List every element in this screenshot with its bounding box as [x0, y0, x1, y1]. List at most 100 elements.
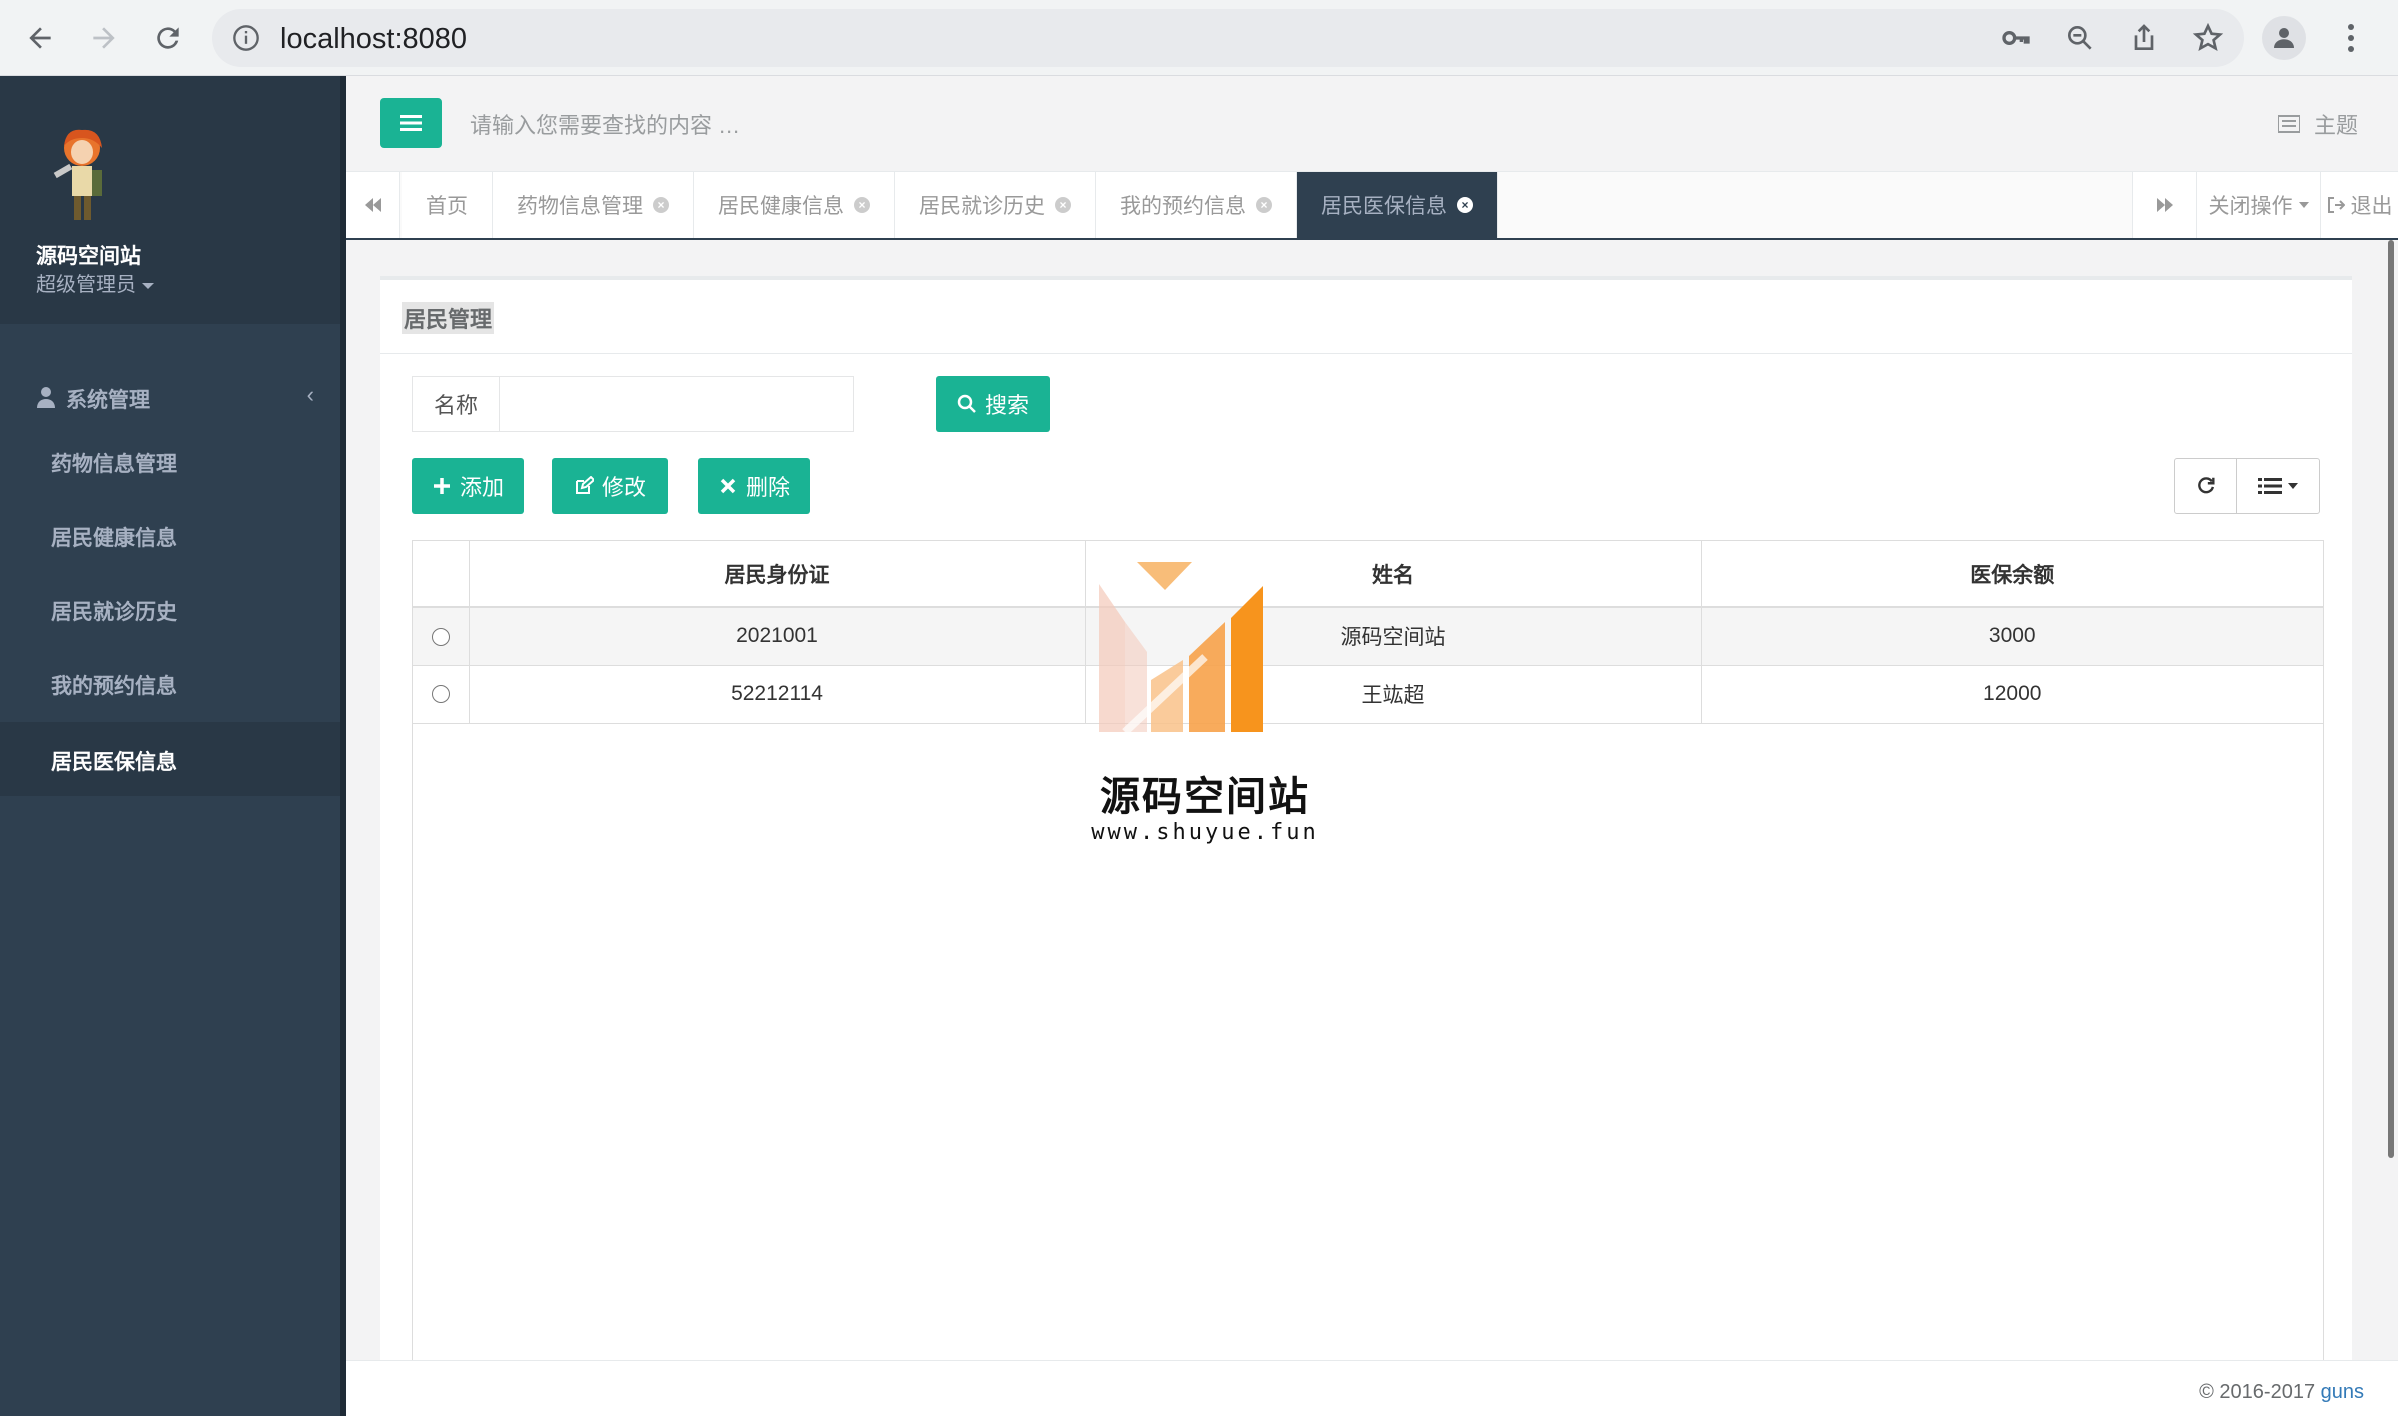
plus-icon	[433, 478, 450, 494]
tab-insurance[interactable]: 居民医保信息 ×	[1297, 172, 1498, 238]
footer-text: © 2016-2017 guns	[2199, 1381, 2364, 1404]
panel-title: 居民管理	[402, 302, 495, 334]
tab-visit-history[interactable]: 居民就诊历史 ×	[895, 172, 1096, 238]
footer-link[interactable]: guns	[2321, 1381, 2364, 1403]
close-icon[interactable]: ×	[1256, 197, 1272, 213]
forward-button[interactable]	[78, 12, 130, 64]
menu-toggle-button[interactable]	[380, 98, 442, 148]
sidebar-item-medicine[interactable]: 药物信息管理	[0, 424, 340, 498]
tab-label: 首页	[426, 195, 468, 218]
search-button[interactable]: 搜索	[936, 376, 1050, 432]
sign-out-icon	[2327, 197, 2345, 213]
address-bar[interactable]: localhost:8080	[212, 9, 2244, 67]
sidebar-item-label: 居民就诊历史	[51, 601, 177, 624]
row-radio[interactable]	[431, 627, 450, 646]
page-scrollbar[interactable]	[2386, 240, 2398, 1360]
close-icon[interactable]: ×	[1055, 197, 1071, 213]
menu-group-label: 系统管理	[66, 389, 150, 412]
tab-health[interactable]: 居民健康信息 ×	[694, 172, 895, 238]
table-empty-area	[412, 718, 2324, 1364]
table-header-select	[413, 541, 470, 608]
hamburger-icon	[400, 115, 422, 131]
add-button[interactable]: 添加	[412, 458, 524, 514]
browser-toolbar: localhost:8080	[0, 0, 2398, 76]
reload-button[interactable]	[142, 12, 194, 64]
list-icon	[2258, 478, 2282, 494]
logout-button[interactable]: 退出	[2320, 172, 2398, 238]
resident-panel: 居民管理 名称 搜索 添加 修改 删除 居民身份证 姓名 医保余额 202100…	[380, 276, 2352, 1364]
tabs-scroll-left-button[interactable]	[346, 172, 400, 238]
edit-button-label: 修改	[601, 475, 646, 500]
menu-group-system[interactable]: 系统管理 ‹	[0, 366, 340, 428]
double-right-icon	[2156, 198, 2173, 212]
close-ops-label: 关闭操作	[2208, 195, 2293, 218]
sidebar-item-insurance[interactable]: 居民医保信息	[0, 722, 340, 796]
footer: © 2016-2017 guns	[346, 1360, 2398, 1416]
tab-label: 居民健康信息	[718, 195, 844, 218]
star-icon[interactable]	[2192, 22, 2224, 54]
close-icon[interactable]: ×	[1457, 197, 1473, 213]
sidebar-item-appointments[interactable]: 我的预约信息	[0, 646, 340, 720]
search-icon	[957, 394, 976, 413]
key-icon[interactable]	[2000, 22, 2032, 54]
back-button[interactable]	[14, 12, 66, 64]
edit-button[interactable]: 修改	[552, 458, 668, 514]
refresh-icon	[2197, 477, 2215, 494]
close-operations-dropdown[interactable]: 关闭操作	[2196, 172, 2320, 238]
tab-label: 药物信息管理	[517, 195, 643, 218]
resident-table: 居民身份证 姓名 医保余额 2021001 源码空间站 3000 5221211	[412, 540, 2324, 724]
cell-balance: 12000	[1701, 665, 2323, 724]
sidebar-item-visit-history[interactable]: 居民就诊历史	[0, 572, 340, 646]
sidebar: 源码空间站 超级管理员 系统管理 ‹ 药物信息管理 居民健康信息 居民就诊历史 …	[0, 76, 346, 1416]
search-button-label: 搜索	[984, 393, 1029, 418]
caret-down-icon	[2298, 202, 2309, 208]
table-row[interactable]: 52212114 王竑超 12000	[413, 665, 2323, 724]
name-search-label: 名称	[412, 376, 500, 432]
row-radio[interactable]	[431, 685, 450, 704]
tabs: 首页 药物信息管理 × 居民健康信息 × 居民就诊历史 × 我的预约信息 × 居民医保信…	[402, 172, 1498, 238]
global-search-input[interactable]: 请输入您需要查找的内容 …	[470, 108, 740, 140]
tabs-scroll-right-button[interactable]	[2132, 172, 2196, 238]
columns-toggle-button[interactable]	[2237, 459, 2319, 513]
cell-balance: 3000	[1701, 607, 2323, 666]
watermark-url: www.shuyue.fun	[1091, 820, 1319, 845]
table-header-balance[interactable]: 医保余额	[1701, 541, 2323, 608]
browser-menu-button[interactable]	[2336, 16, 2366, 60]
watermark-title: 源码空间站	[1100, 774, 1310, 820]
tab-actions: 关闭操作 退出	[2132, 172, 2398, 238]
close-icon[interactable]: ×	[653, 197, 669, 213]
caret-down-icon	[2288, 483, 2298, 489]
close-icon[interactable]: ×	[854, 197, 870, 213]
sidebar-item-health[interactable]: 居民健康信息	[0, 498, 340, 572]
table-header-id[interactable]: 居民身份证	[469, 541, 1086, 608]
table-row[interactable]: 2021001 源码空间站 3000	[413, 607, 2323, 666]
cell-id: 52212114	[469, 665, 1086, 724]
theme-button[interactable]: 主题	[2277, 108, 2358, 140]
copyright-text: © 2016-2017	[2199, 1381, 2316, 1403]
refresh-button[interactable]	[2175, 459, 2237, 513]
scrollbar-thumb[interactable]	[2388, 240, 2394, 1158]
watermark-logo	[1099, 562, 1263, 735]
tab-appointments[interactable]: 我的预约信息 ×	[1096, 172, 1297, 238]
name-search-group: 名称	[412, 376, 854, 432]
profile-avatar[interactable]	[2262, 16, 2306, 60]
name-search-input[interactable]	[500, 376, 854, 432]
theme-label: 主题	[2313, 113, 2358, 138]
profile-role-dropdown[interactable]: 超级管理员	[36, 268, 154, 297]
add-button-label: 添加	[459, 475, 504, 500]
row-select-cell[interactable]	[413, 665, 470, 724]
tab-strip: 首页 药物信息管理 × 居民健康信息 × 居民就诊历史 × 我的预约信息 × 居民医保信…	[346, 172, 2398, 240]
cell-id: 2021001	[469, 607, 1086, 666]
row-select-cell[interactable]	[413, 607, 470, 666]
profile-name: 源码空间站	[36, 245, 141, 268]
tab-home[interactable]: 首页	[402, 172, 493, 238]
table-toolbar	[2174, 458, 2320, 514]
info-icon	[233, 25, 259, 51]
double-left-icon	[364, 198, 381, 212]
delete-button[interactable]: 删除	[698, 458, 810, 514]
zoom-icon[interactable]	[2064, 22, 2096, 54]
tab-medicine[interactable]: 药物信息管理 ×	[493, 172, 694, 238]
share-icon[interactable]	[2128, 22, 2160, 54]
arrow-left-icon	[29, 27, 51, 49]
sidebar-item-label: 居民健康信息	[51, 527, 177, 550]
